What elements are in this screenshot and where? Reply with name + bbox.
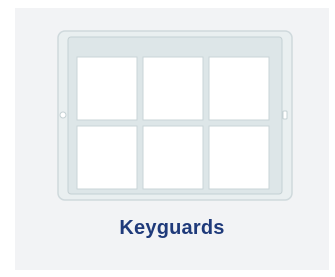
keyguard-cell <box>208 125 270 190</box>
category-label[interactable]: Keyguards <box>15 217 329 240</box>
keyguard-cell <box>76 56 138 121</box>
keyguards-category-card[interactable]: Keyguards <box>15 8 329 270</box>
keyguard-cell <box>208 56 270 121</box>
keyguard-cell <box>76 125 138 190</box>
keyguard-cell <box>142 56 204 121</box>
keyguard-tablet-icon <box>57 30 293 201</box>
keyguard-cell <box>142 125 204 190</box>
